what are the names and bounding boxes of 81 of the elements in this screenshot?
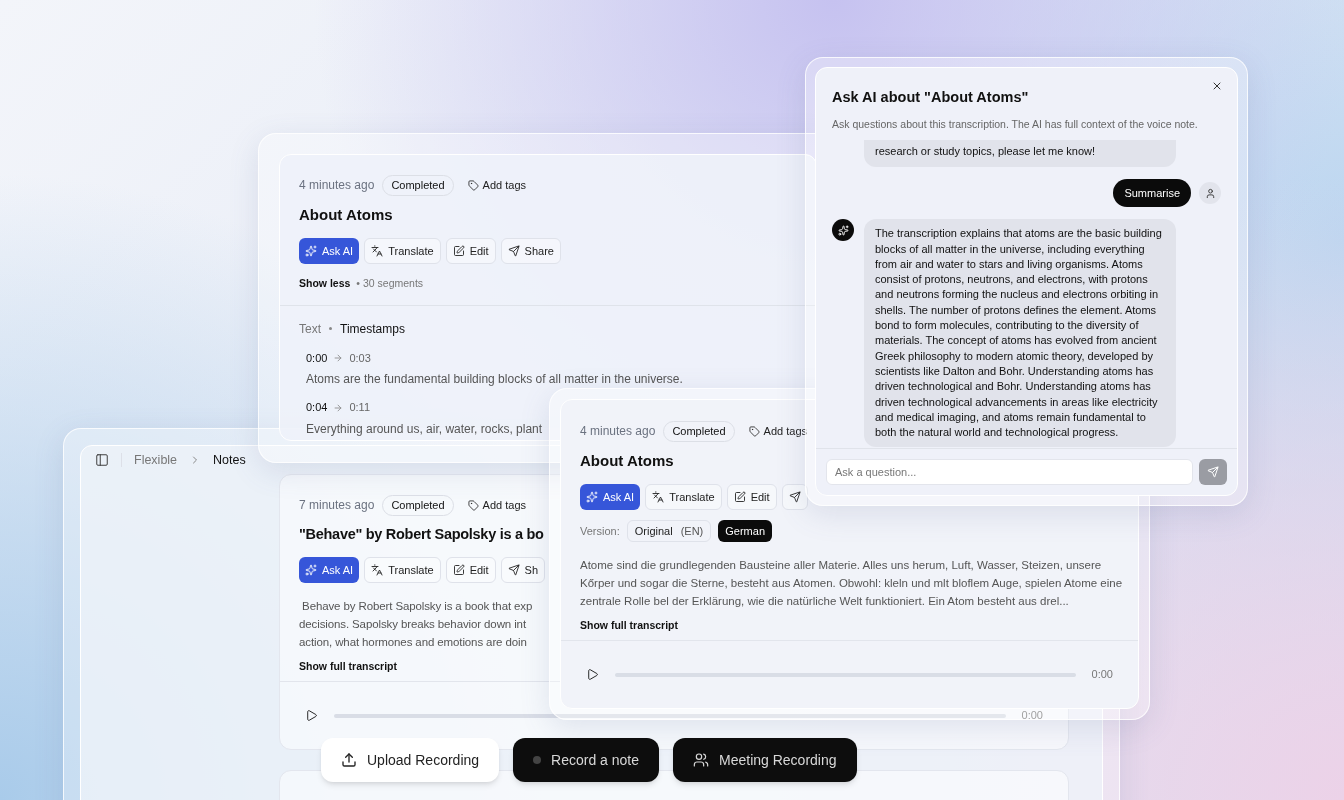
tag-icon [748,425,760,437]
ai-message: research or study topics, please let me know! [864,139,1176,167]
user-icon [1204,187,1216,199]
version-option[interactable]: Original (EN) [626,520,712,542]
upload-recording-button[interactable]: Upload Recording [321,738,500,782]
segment-text: Everything around us, air, water, rocks, plant [306,420,543,438]
sparkles-icon [305,564,317,577]
edit-icon [733,491,746,503]
edit-icon [452,564,465,577]
segment-start: 0:00 [306,350,328,366]
note-time: 4 minutes ago [580,423,656,441]
view-tab[interactable]: Text [299,319,321,338]
show-full-transcript-link[interactable]: Show full transcript [299,659,397,675]
note-time: 4 minutes ago [299,177,375,195]
send-icon [788,491,801,503]
show-less-link[interactable]: Show less [299,276,351,292]
upload-icon [341,752,357,768]
sparkles-icon [305,245,317,257]
progress-track[interactable] [334,713,1006,718]
sparkles-icon [586,491,598,503]
breadcrumb-item[interactable]: Flexible [134,450,178,470]
sparkles-icon [837,224,849,236]
translate-button[interactable]: Translate [364,557,441,584]
sidebar-toggle-icon[interactable] [95,453,109,467]
player-time: 0:00 [1091,667,1113,683]
segment-count: • 30 segments [356,276,424,291]
translate-icon [371,564,384,577]
send-icon [1207,466,1219,478]
share-button[interactable] [781,484,808,510]
arrow-right-icon [333,353,344,363]
note-title: "Behave" by Robert Sapolsky is a bo [299,524,544,544]
edit-icon [452,245,465,257]
ask-ai-button[interactable]: Ask AI [299,238,360,264]
record-note-button[interactable]: Record a note [513,738,660,782]
dialog-title: Ask AI about "About Atoms" [832,88,1030,107]
view-tab[interactable]: Timestamps [340,319,405,338]
meeting-recording-button[interactable]: Meeting Recording [673,738,857,782]
show-full-transcript-link[interactable]: Show full transcript [580,618,678,634]
translate-button[interactable]: Translate [364,238,441,264]
arrow-right-icon [333,402,344,413]
send-icon [507,245,520,257]
edit-button[interactable]: Edit [445,238,496,264]
send-icon [507,564,520,577]
tag-icon [467,499,479,511]
dialog-subtitle: Ask questions about this transcription. The AI has full context of the voice note. [832,116,1199,132]
segment-text: Atoms are the fundamental building blocks of all matter in the universe. [306,371,683,389]
add-tags-button[interactable]: Add tags [748,423,807,440]
segment-start: 0:04 [306,400,328,416]
note-time: 7 minutes ago [299,497,375,515]
users-icon [693,752,710,768]
segment-end: 0:03 [349,350,371,366]
summary-line: action, what hormones and emotions are doin [299,635,527,651]
question-input[interactable]: Ask a question... [826,459,1193,485]
tag-icon [467,179,479,191]
play-icon[interactable] [586,668,599,681]
progress-track[interactable] [615,672,1076,677]
version-label: Version: [580,523,620,539]
edit-button[interactable]: Edit [445,557,496,584]
segment-end: 0:11 [349,400,370,416]
add-tags-button[interactable]: Add tags [467,177,526,194]
player-time: 0:00 [1021,708,1043,724]
share-button[interactable]: Sh [500,557,546,584]
translate-button[interactable]: Translate [645,484,722,510]
summary-line: decisions. Sapolsky breaks behavior down int [299,617,526,633]
transcript-text: Atome sind die grundlegenden Bausteine aller Materie. Alles uns herum, Luft, Wasser, Steizen, unsere Kőrper und sogar die Sterne, besteht aus Atomen. Obwohl: kleln und mlt bloflem Auge, spielen Atome eine zentrale Rolle bel der Erklӓrung, wie die natürliche Welt funktioniert. Ein Atom besteht aus drel... [580,558,1124,609]
close-icon [1211,80,1223,92]
add-tags-button[interactable]: Add tags [467,497,526,514]
ask-ai-button[interactable]: Ask AI [299,557,360,584]
bullet-icon [329,327,332,331]
breadcrumb-item: Notes [213,451,246,469]
summary-line: Behave by Robert Sapolsky is a book that exp [301,599,533,615]
note-title: About Atoms [299,204,394,225]
edit-button[interactable]: Edit [726,484,777,510]
translate-icon [371,245,384,257]
share-button[interactable]: Share [500,238,561,264]
ask-ai-button[interactable]: Ask AI [580,484,641,510]
version-option[interactable]: German [718,520,772,542]
ai-message: The transcription explains that atoms are the basic building blocks of all matter in the universe, including everything from air and water to stars and living organisms. Atoms consist of protons, neutrons, and electrons, with protons and neutrons forming the nucleus and electrons orbiting in shells. The number of protons defines the element. Atoms bond to form molecules, contributing to the diversity of materials. The concept of atoms has evolved from ancient Greek philosophy to modern atomic theory, developed by scientists like Dalton and Bohr. Understanding atoms has driven technological and Bohr. Understanding atoms has driven technological advancements in areas like electricity and medical imaging, and atoms remain fundamental to both the natural world and technological progress. [864,219,1176,448]
play-icon[interactable] [305,709,318,722]
translate-icon [652,491,665,503]
user-message: Summarise [1113,178,1191,208]
